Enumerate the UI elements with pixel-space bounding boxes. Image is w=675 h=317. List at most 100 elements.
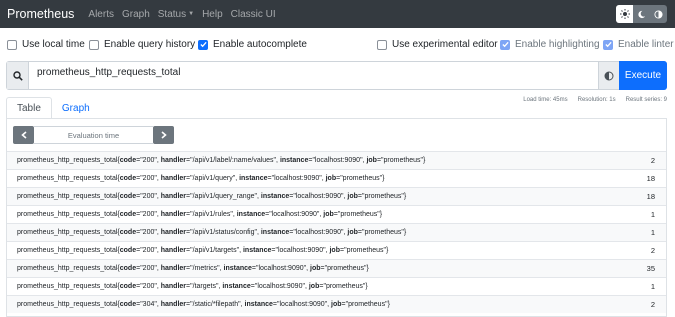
label-key: job [329,247,340,254]
label-value: "200" [140,157,157,164]
tab-graph[interactable]: Graph [52,97,100,119]
enable-autocomplete-label: Enable autocomplete [213,39,307,50]
execute-button[interactable]: Execute [619,61,667,90]
table-row: prometheus_http_requests_total{code="304… [7,295,666,313]
label-key: handler [160,265,187,272]
metrics-explorer-button[interactable] [598,62,619,89]
label-key: code [119,193,137,200]
metric-name: prometheus_http_requests_total [17,175,118,182]
table-row: prometheus_http_requests_total{code="200… [7,187,666,205]
nav-help[interactable]: Help [202,9,223,20]
label-key: job [310,265,321,272]
label-value: "200" [140,283,157,290]
half-circle-icon[interactable] [650,5,667,23]
label-value: "localhost:9090" [293,229,344,236]
chevron-left-icon [20,131,27,139]
label-key: code [119,157,137,164]
label-key: job [308,283,320,290]
use-experimental-editor-checkbox[interactable]: Use experimental editor [377,39,498,50]
label-key: job [347,229,358,236]
evaluation-time-picker: Evaluation time [13,126,174,144]
nav-status-dropdown[interactable]: Status ▼ [158,9,194,20]
label-value: "prometheus" [345,301,388,308]
metric-name: prometheus_http_requests_total [17,157,118,164]
metric-name: prometheus_http_requests_total [17,193,118,200]
label-value: "prometheus" [323,283,366,290]
sun-icon[interactable] [616,5,633,23]
label-value: "/static/*filepath" [190,301,241,308]
label-value: "prometheus" [381,157,423,164]
label-key: handler [160,193,187,200]
checkbox-unchecked-icon [7,39,17,50]
brand-logo[interactable]: Prometheus [7,7,74,21]
series-value: 35 [646,264,655,273]
label-key: instance [239,175,268,182]
use-local-time-checkbox[interactable]: Use local time [7,39,85,50]
series-value: 1 [650,282,655,291]
label-key: handler [160,157,187,164]
label-value: "localhost:9090" [256,265,307,272]
expression-bar: prometheus_http_requests_total Execute [6,61,667,90]
nav-graph[interactable]: Graph [122,9,150,20]
series-value: 18 [646,192,655,201]
eval-next-button[interactable] [153,126,174,144]
label-value: "localhost:9090" [277,301,328,308]
metric-name: prometheus_http_requests_total [17,283,118,290]
checkbox-unchecked-icon [377,39,387,50]
expression-input[interactable]: prometheus_http_requests_total [37,67,180,78]
label-value: "prometheus" [337,211,380,218]
enable-query-history-checkbox[interactable]: Enable query history [89,39,195,50]
metric-name: prometheus_http_requests_total [17,301,118,308]
table-row: prometheus_http_requests_total{code="200… [7,241,666,259]
label-key: handler [160,247,187,254]
label-key: code [119,265,137,272]
result-series: Result series: 9 [625,97,667,103]
table-row: prometheus_http_requests_total{code="200… [7,205,666,223]
tab-table[interactable]: Table [6,97,52,119]
label-key: instance [260,229,290,236]
label-key: code [119,211,137,218]
series-label: prometheus_http_requests_total{code="200… [17,247,389,254]
label-value: "localhost:9090" [254,283,305,290]
evaluation-time-input[interactable]: Evaluation time [34,126,153,144]
moon-icon[interactable] [633,5,650,23]
label-value: "/api/v1/targets" [190,247,240,254]
label-key: instance [236,211,266,218]
series-label: prometheus_http_requests_total{code="200… [17,193,407,200]
metric-name: prometheus_http_requests_total [17,247,118,254]
table-row: prometheus_http_requests_total{code="200… [7,259,666,277]
nav-classic-ui[interactable]: Classic UI [231,9,276,20]
table-row: prometheus_http_requests_total{code="200… [7,151,666,169]
label-value: "prometheus" [324,265,367,272]
label-value: "prometheus" [344,247,387,254]
label-value: "localhost:9090" [271,175,322,182]
load-time: Load time: 45ms [523,97,568,103]
series-value: 1 [650,228,655,237]
label-value: "localhost:9090" [275,247,326,254]
label-key: code [119,301,137,308]
use-experimental-editor-label: Use experimental editor [392,39,498,50]
label-key: job [325,175,337,182]
label-value: "200" [140,175,157,182]
caret-down-icon: ▼ [188,11,195,17]
enable-query-history-label: Enable query history [104,39,196,50]
label-key: instance [260,193,290,200]
metric-name: prometheus_http_requests_total [17,211,118,218]
label-value: "localhost:9090" [312,157,363,164]
theme-toggle [616,5,667,23]
series-label: prometheus_http_requests_total{code="200… [17,265,369,272]
enable-linter-checkbox[interactable]: Enable linter [603,39,674,50]
chevron-right-icon [160,131,167,139]
navbar: Prometheus Alerts Graph Status ▼ Help Cla… [0,0,675,28]
enable-highlighting-checkbox[interactable]: Enable highlighting [500,39,600,50]
checkbox-unchecked-icon [89,39,99,50]
label-value: "/metrics" [190,265,220,272]
table-row: prometheus_http_requests_total{code="200… [7,223,666,241]
nav-alerts[interactable]: Alerts [88,9,114,20]
label-key: instance [279,157,309,164]
label-key: code [119,247,137,254]
enable-autocomplete-checkbox[interactable]: Enable autocomplete [198,39,307,50]
label-key: code [119,175,137,182]
eval-prev-button[interactable] [13,126,34,144]
label-value: "/targets" [190,283,219,290]
